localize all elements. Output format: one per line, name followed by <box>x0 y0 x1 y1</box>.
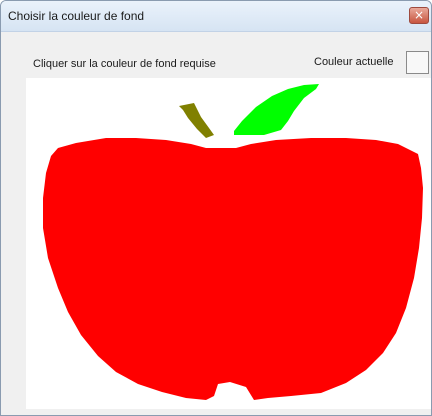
instruction-text: Cliquer sur la couleur de fond requise <box>33 58 216 70</box>
color-pick-canvas[interactable] <box>26 78 431 409</box>
current-color-swatch <box>406 51 429 74</box>
apple-stem[interactable] <box>179 103 214 138</box>
apple-body[interactable] <box>43 138 423 400</box>
apple-leaf[interactable] <box>234 84 319 135</box>
window-title: Choisir la couleur de fond <box>8 9 145 23</box>
apple-image[interactable] <box>26 78 431 409</box>
close-button[interactable]: × <box>409 7 429 24</box>
title-bar: Choisir la couleur de fond × <box>1 1 431 32</box>
current-color-label: Couleur actuelle <box>314 56 394 68</box>
close-icon: × <box>413 8 425 22</box>
color-picker-window: Choisir la couleur de fond × Cliquer sur… <box>0 0 432 416</box>
